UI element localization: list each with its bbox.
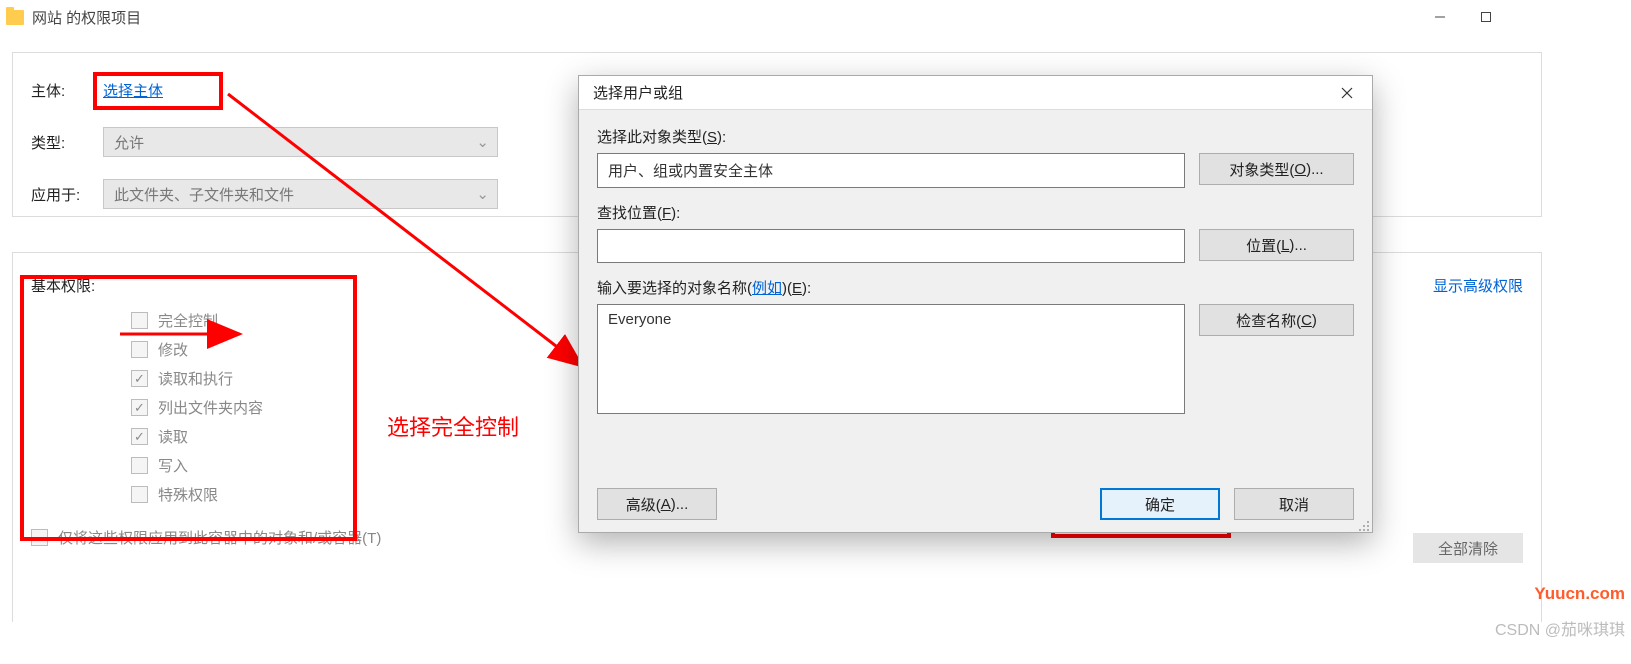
apply-label: 应用于:: [31, 184, 103, 205]
t: 查找位置(: [597, 205, 662, 222]
permission-label: 列出文件夹内容: [158, 397, 263, 418]
show-advanced-permissions-link[interactable]: 显示高级权限: [1433, 275, 1523, 296]
maximize-button[interactable]: [1463, 0, 1509, 34]
t: 输入要选择的对象名称(: [597, 280, 752, 297]
object-name-input[interactable]: Everyone: [597, 304, 1185, 414]
permission-checkbox[interactable]: [131, 486, 148, 503]
object-type-field: 用户、组或内置安全主体: [597, 153, 1185, 188]
type-value: 允许: [114, 132, 144, 153]
t: ):: [717, 129, 726, 146]
window-title: 网站 的权限项目: [32, 7, 141, 28]
object-type-row: 用户、组或内置安全主体 对象类型(O)...: [597, 153, 1354, 188]
type-dropdown[interactable]: 允许 ⌄: [103, 127, 498, 157]
dialog-titlebar: 选择用户或组: [579, 76, 1372, 110]
t: F: [662, 205, 671, 222]
cancel-button[interactable]: 取消: [1234, 488, 1354, 520]
t: )...: [1289, 237, 1307, 254]
permission-label: 修改: [158, 339, 188, 360]
footer-right: 确定 取消: [1100, 488, 1354, 520]
t: )...: [671, 496, 689, 513]
folder-icon: [6, 10, 24, 25]
t: E: [792, 280, 802, 297]
select-principal-link[interactable]: 选择主体: [103, 80, 163, 101]
dialog-footer: 高级(A)... 确定 取消: [597, 488, 1354, 520]
permission-checkbox[interactable]: [131, 428, 148, 445]
t: C: [1301, 312, 1312, 329]
t: 位置(: [1246, 235, 1281, 256]
apply-dropdown[interactable]: 此文件夹、子文件夹和文件 ⌄: [103, 179, 498, 209]
t: 对象类型(: [1229, 159, 1294, 180]
location-row: 位置(L)...: [597, 229, 1354, 263]
minimize-button[interactable]: [1417, 0, 1463, 34]
t: 高级(: [626, 494, 661, 515]
select-user-dialog: 选择用户或组 选择此对象类型(S): 用户、组或内置安全主体 对象类型(O)..…: [578, 75, 1373, 533]
permission-checkbox[interactable]: [131, 370, 148, 387]
t: 选择此对象类型(: [597, 129, 707, 146]
permission-label: 写入: [158, 455, 188, 476]
permission-label: 特殊权限: [158, 484, 218, 505]
permission-checkbox[interactable]: [131, 457, 148, 474]
object-type-label: 选择此对象类型(S):: [597, 126, 1354, 147]
t: S: [707, 129, 717, 146]
t: ): [1312, 312, 1317, 329]
location-button[interactable]: 位置(L)...: [1199, 229, 1354, 261]
permission-checkbox[interactable]: [131, 312, 148, 329]
apply-value: 此文件夹、子文件夹和文件: [114, 184, 294, 205]
permission-checkbox[interactable]: [131, 399, 148, 416]
object-name-label: 输入要选择的对象名称(例如)(E):: [597, 277, 1354, 298]
dialog-body: 选择此对象类型(S): 用户、组或内置安全主体 对象类型(O)... 查找位置(…: [579, 110, 1372, 534]
permission-checkbox[interactable]: [131, 341, 148, 358]
t: O: [1294, 161, 1306, 178]
ok-button[interactable]: 确定: [1100, 488, 1220, 520]
watermark-site: Yuucn.com: [1534, 584, 1625, 604]
permission-label: 读取和执行: [158, 368, 233, 389]
window-titlebar: 网站 的权限项目: [0, 0, 1555, 34]
permission-label: 完全控制: [158, 310, 218, 331]
t: ):: [802, 280, 811, 297]
window-controls: [1417, 0, 1555, 34]
type-label: 类型:: [31, 132, 103, 153]
chevron-down-icon: ⌄: [476, 133, 489, 151]
example-link[interactable]: 例如: [752, 280, 782, 297]
permission-label: 读取: [158, 426, 188, 447]
t: )(: [782, 280, 792, 297]
only-apply-checkbox[interactable]: [31, 529, 48, 546]
resize-grip-icon[interactable]: [1356, 518, 1370, 532]
check-names-button[interactable]: 检查名称(C): [1199, 304, 1354, 336]
location-field: [597, 229, 1185, 263]
only-apply-label: 仅将这些权限应用到此容器中的对象和/或容器(T): [58, 527, 381, 548]
t: L: [1281, 237, 1289, 254]
clear-all-button[interactable]: 全部清除: [1413, 533, 1523, 563]
t: ):: [671, 205, 680, 222]
t: )...: [1306, 161, 1324, 178]
dialog-close-button[interactable]: [1332, 78, 1362, 108]
object-name-row: Everyone 检查名称(C): [597, 304, 1354, 414]
t: 检查名称(: [1236, 310, 1301, 331]
dialog-title: 选择用户或组: [593, 82, 683, 103]
object-type-button[interactable]: 对象类型(O)...: [1199, 153, 1354, 185]
chevron-down-icon: ⌄: [476, 185, 489, 203]
principal-label: 主体:: [31, 80, 103, 101]
t: A: [661, 496, 671, 513]
win-close-placeholder: [1509, 0, 1555, 34]
watermark-csdn: CSDN @茄咪琪琪: [1495, 616, 1625, 640]
advanced-button[interactable]: 高级(A)...: [597, 488, 717, 520]
location-label: 查找位置(F):: [597, 202, 1354, 223]
